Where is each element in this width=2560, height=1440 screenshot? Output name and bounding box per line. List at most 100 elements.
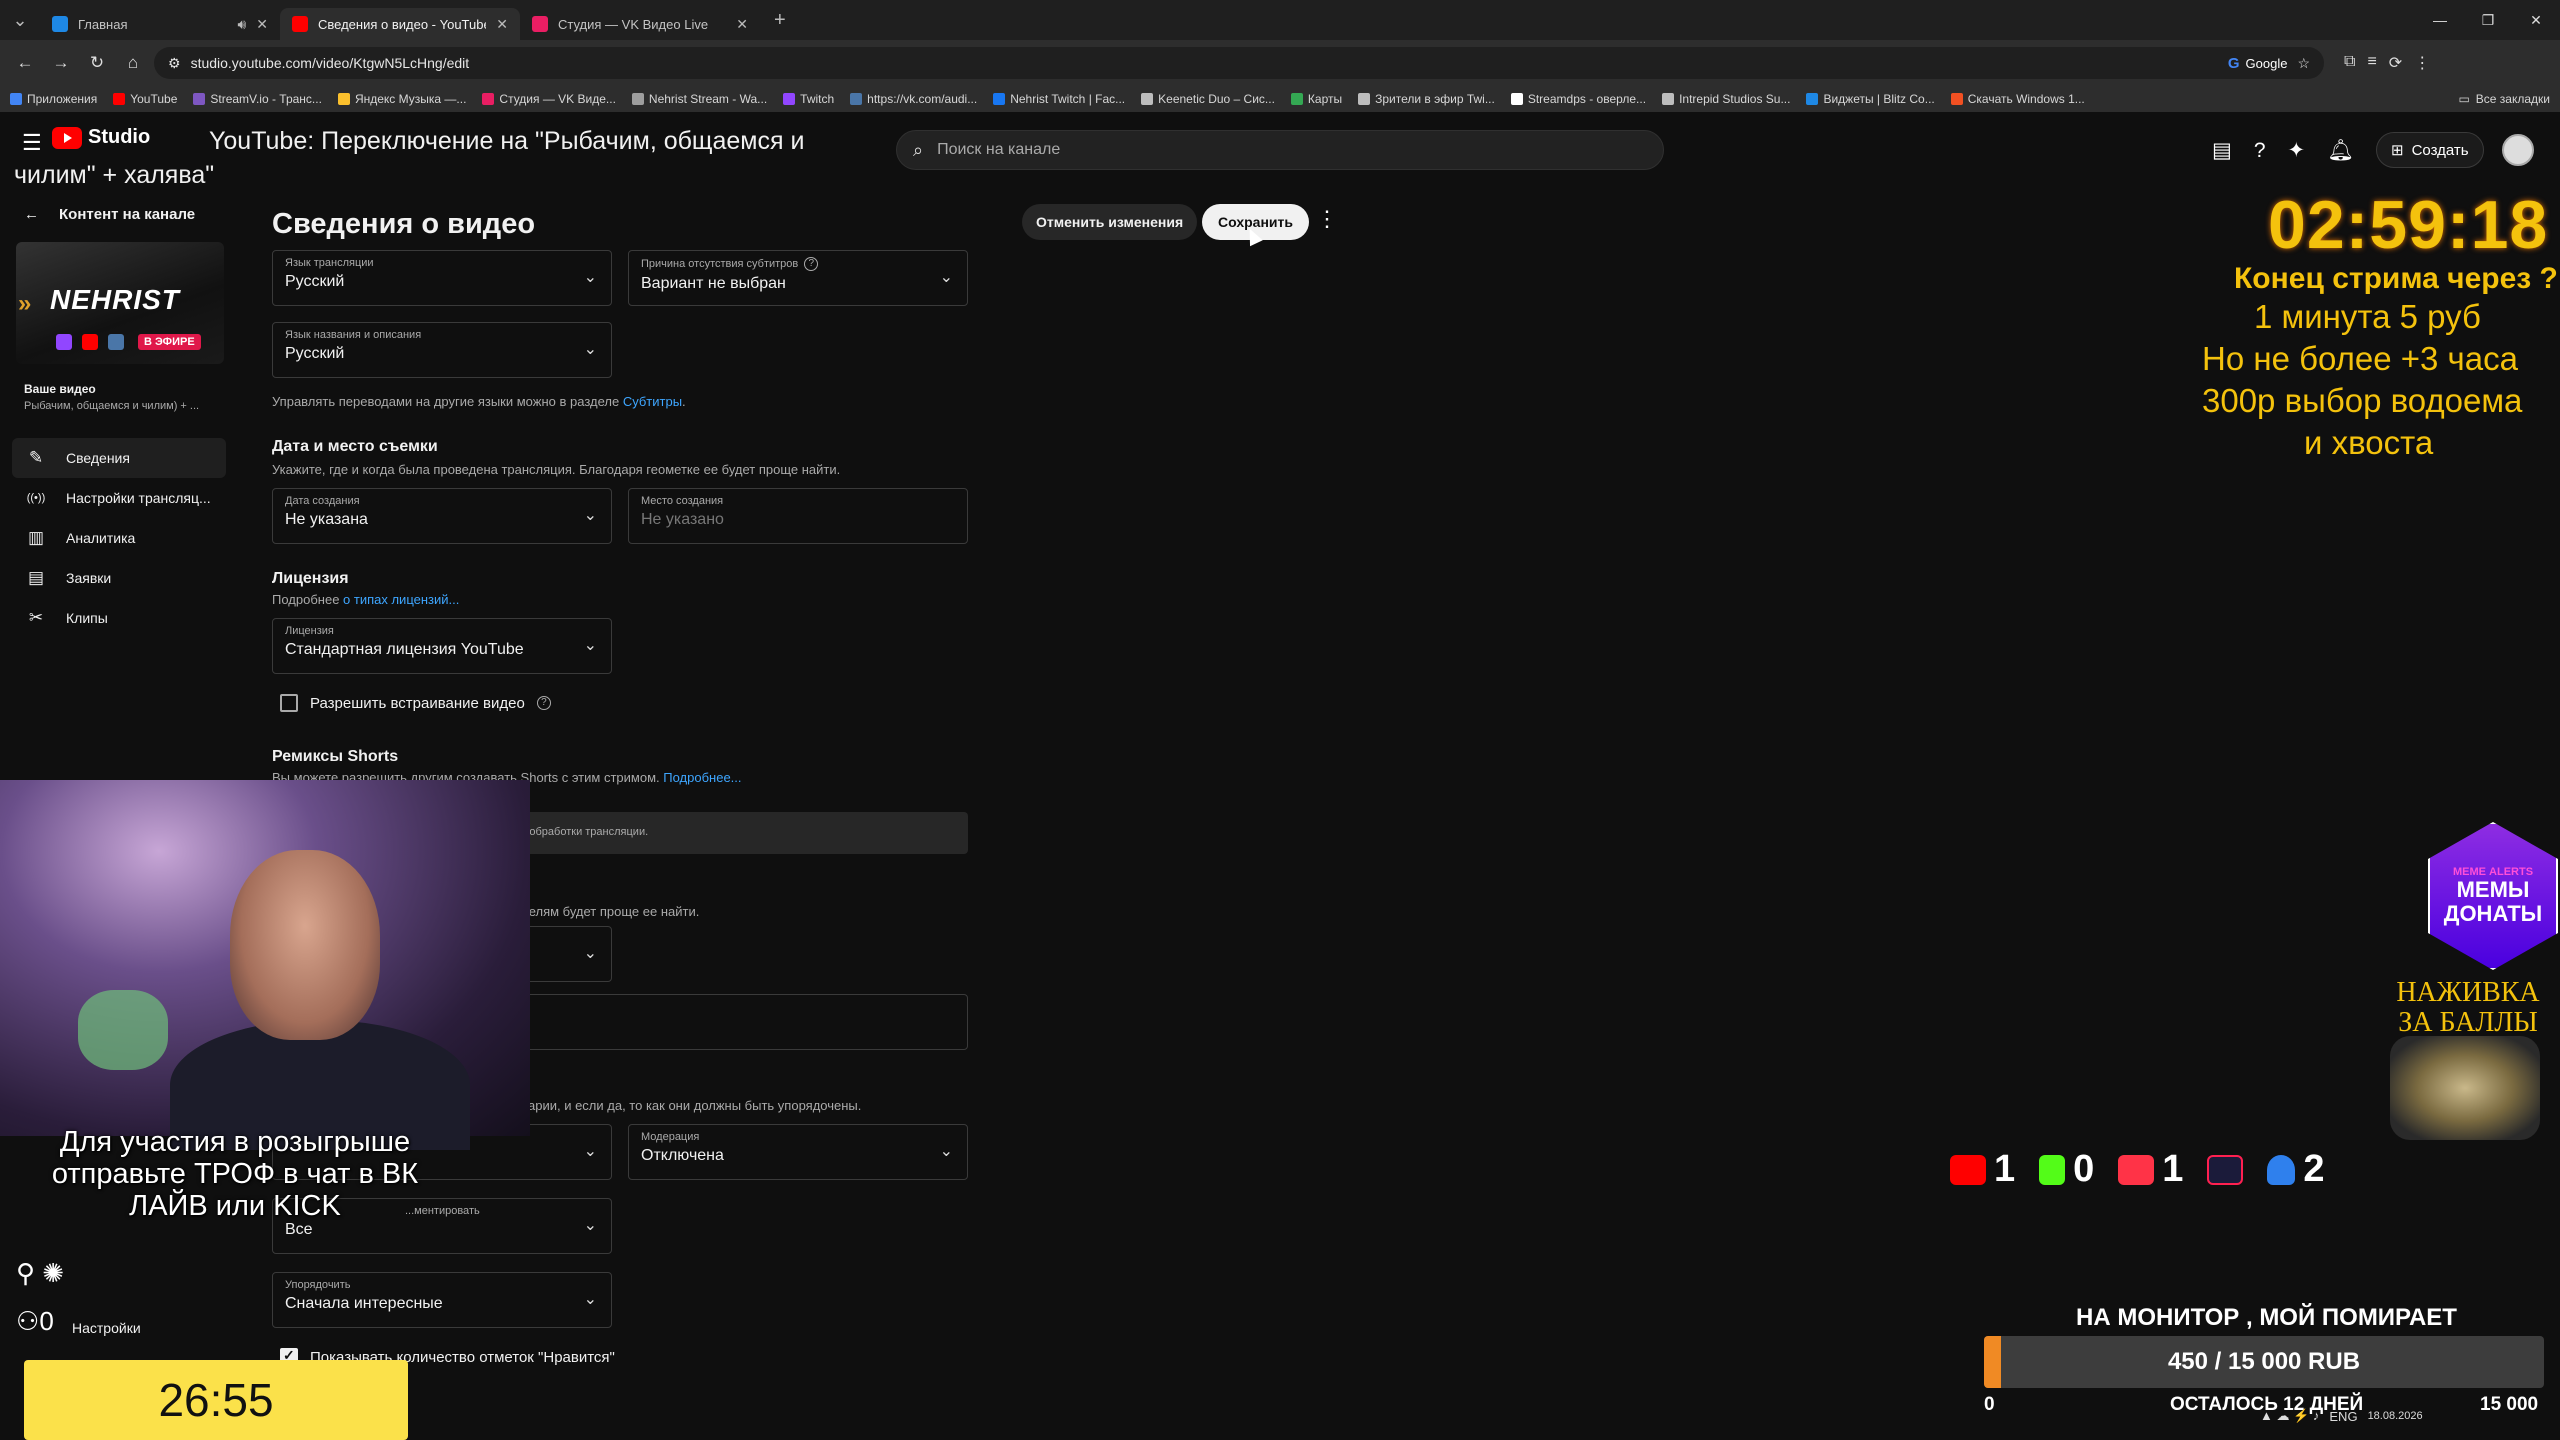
- tray-icons[interactable]: ▲ ☁ ⚡ ♪: [2260, 1408, 2319, 1424]
- bookmark-label: Twitch: [800, 92, 835, 106]
- help-icon[interactable]: ?: [804, 257, 819, 271]
- close-tab-icon[interactable]: ✕: [736, 16, 748, 33]
- sidebar-item-details[interactable]: ✎ Сведения: [12, 438, 226, 478]
- sidebar-item-requests[interactable]: ▤ Заявки: [12, 558, 226, 598]
- scissors-icon: ✂: [28, 608, 44, 627]
- bookmark-item[interactable]: Nehrist Stream - Wa...: [631, 92, 768, 106]
- bookmark-star-icon[interactable]: ☆: [2297, 55, 2310, 72]
- sidebar-item-analytics[interactable]: ▥ Аналитика: [12, 518, 226, 558]
- help-icon[interactable]: ?: [2254, 139, 2266, 163]
- bookmark-label: Карты: [1307, 92, 1343, 106]
- chevron-down-icon: ⌄: [583, 341, 597, 358]
- bookmark-item[interactable]: Nehrist Twitch | Fac...: [993, 92, 1125, 106]
- your-video-title: Рыбачим, общаемся и чилим) + ...: [24, 400, 200, 412]
- allow-embedding-checkbox[interactable]: Разрешить встраивание видео ?: [280, 694, 551, 712]
- twitch-icon: [783, 93, 796, 105]
- recording-date-select[interactable]: Дата создания Не указана ⌄: [272, 488, 612, 544]
- moderation-select[interactable]: Модерация Отключена ⌄: [628, 1124, 968, 1180]
- media-queue-icon[interactable]: ≡: [2367, 53, 2376, 73]
- license-types-link[interactable]: о типах лицензий...: [343, 592, 459, 607]
- feedback-icon[interactable]: ▤: [2212, 138, 2232, 163]
- all-bookmarks[interactable]: ▭ Все закладки: [2458, 92, 2550, 106]
- bookmark-item[interactable]: Яндекс Музыка —...: [337, 92, 466, 106]
- bookmark-item[interactable]: Streamdps - оверле...: [1510, 92, 1646, 106]
- extensions-icon[interactable]: ⧉: [2344, 53, 2355, 73]
- bookmark-item[interactable]: YouTube: [113, 92, 177, 106]
- address-bar[interactable]: ⚙ studio.youtube.com/video/KtgwN5LcHng/e…: [154, 47, 2324, 79]
- bait-for-points-title: НАЖИВКА ЗА БАЛЛЫ: [2396, 977, 2540, 1038]
- sparkle-icon[interactable]: ✦: [2288, 138, 2306, 163]
- bookmark-label: https://vk.com/audi...: [867, 92, 978, 106]
- tab-video-details[interactable]: Сведения о видео - YouTube S ✕: [280, 8, 520, 40]
- tab-home[interactable]: Главная 🔊︎ ✕: [40, 8, 280, 40]
- sidebar-item-settings[interactable]: Настройки: [72, 1320, 141, 1336]
- no-subtitles-reason-select[interactable]: Причина отсутствия субтитров? Вариант не…: [628, 250, 968, 306]
- audio-icon[interactable]: 🔊︎: [237, 16, 246, 33]
- bookmark-item[interactable]: Intrepid Studios Su...: [1662, 92, 1790, 106]
- field-label: Язык названия и описания: [285, 329, 422, 341]
- minimize-icon[interactable]: —: [2416, 0, 2464, 40]
- forward-arrow-icon[interactable]: →: [46, 48, 76, 78]
- field-label: Упорядочить: [285, 1279, 351, 1291]
- home-icon[interactable]: ⌂: [118, 48, 148, 78]
- bookmark-item[interactable]: Виджеты | Blitz Co...: [1806, 92, 1935, 106]
- tab-search-chevron-icon[interactable]: ⌄: [0, 0, 40, 40]
- broadcast-language-select[interactable]: Язык трансляции Русский ⌄: [272, 250, 612, 306]
- back-arrow-icon[interactable]: ←: [10, 48, 40, 78]
- channel-search[interactable]: ⌕: [896, 130, 1664, 170]
- video-thumbnail[interactable]: » NEHRIST В ЭФИРЕ: [16, 242, 224, 364]
- close-tab-icon[interactable]: ✕: [256, 16, 268, 33]
- help-icon[interactable]: ?: [536, 696, 551, 710]
- new-tab-button[interactable]: +: [760, 9, 800, 32]
- language-indicator[interactable]: ENG: [2329, 1409, 2357, 1424]
- sidebar-item-clips[interactable]: ✂ Клипы: [12, 598, 226, 638]
- reload-icon[interactable]: ↻: [82, 48, 112, 78]
- bookmark-item[interactable]: Keenetic Duo – Сис...: [1141, 92, 1275, 106]
- stream-countdown-timer: 02:59:18: [2268, 187, 2549, 263]
- back-to-content[interactable]: ← Контент на канале: [0, 196, 240, 232]
- bookmark-apps[interactable]: Приложения: [10, 92, 97, 106]
- field-value: Не указана: [285, 511, 368, 528]
- chevron-down-icon: ⌄: [583, 945, 597, 962]
- sidebar-item-label: Заявки: [66, 570, 112, 586]
- bookmark-item[interactable]: Зрители в эфир Twi...: [1358, 92, 1495, 106]
- translations-text: Управлять переводами на другие языки мож…: [272, 394, 623, 409]
- title-language-select[interactable]: Язык названия и описания Русский ⌄: [272, 322, 612, 378]
- license-select[interactable]: Лицензия Стандартная лицензия YouTube ⌄: [272, 618, 612, 674]
- bookmark-item[interactable]: Скачать Windows 1...: [1950, 92, 2085, 106]
- bookmark-item[interactable]: StreamV.io - Транс...: [193, 92, 322, 106]
- undo-changes-button[interactable]: Отменить изменения: [1022, 204, 1198, 240]
- sync-icon[interactable]: ⟳: [2389, 53, 2402, 73]
- menu-dots-icon[interactable]: ⋮: [2414, 53, 2430, 73]
- bookmark-label: Nehrist Stream - Wa...: [648, 92, 768, 106]
- create-button[interactable]: ⊞ Создать: [2376, 132, 2484, 168]
- search-engine-chip[interactable]: G Google: [2228, 55, 2288, 72]
- tab-vk-video-live[interactable]: Студия — VK Видео Live ✕: [520, 8, 760, 40]
- sort-comments-select[interactable]: Упорядочить Сначала интересные ⌄: [272, 1272, 612, 1328]
- account-avatar[interactable]: [2502, 134, 2534, 166]
- notifications-bell-icon[interactable]: 🔔︎: [2327, 139, 2354, 163]
- bookmark-item[interactable]: Карты: [1290, 92, 1343, 106]
- close-window-icon[interactable]: ✕: [2512, 0, 2560, 40]
- stream-icon: [631, 93, 644, 105]
- bookmark-item[interactable]: Twitch: [783, 92, 834, 106]
- restore-icon[interactable]: ❐: [2464, 0, 2512, 40]
- bookmark-item[interactable]: https://vk.com/audi...: [850, 92, 977, 106]
- url-text[interactable]: studio.youtube.com/video/KtgwN5LcHng/edi…: [191, 55, 2218, 71]
- shorts-more-link[interactable]: Подробнее...: [663, 770, 741, 785]
- checkbox-unchecked[interactable]: [280, 694, 298, 712]
- field-value: Отключена: [641, 1147, 724, 1164]
- bait-worm-image: [2390, 1036, 2540, 1140]
- search-input[interactable]: [937, 141, 1647, 159]
- field-value: Все: [285, 1221, 313, 1238]
- site-info-icon[interactable]: ⚙: [168, 55, 181, 72]
- recording-place-field[interactable]: Место создания Не указано: [628, 488, 968, 544]
- close-tab-icon[interactable]: ✕: [496, 16, 508, 33]
- bookmark-item[interactable]: Студия — VK Виде...: [482, 92, 616, 106]
- subtitles-link[interactable]: Субтитры: [623, 394, 682, 409]
- field-label: Модерация: [641, 1131, 700, 1143]
- sidebar-item-broadcast-settings[interactable]: ((•)) Настройки трансляц...: [12, 478, 226, 518]
- more-options-icon[interactable]: ⋮: [1316, 206, 1338, 232]
- clock-date[interactable]: 18.08.2026: [2368, 1410, 2423, 1423]
- keenetic-icon: [1141, 93, 1154, 105]
